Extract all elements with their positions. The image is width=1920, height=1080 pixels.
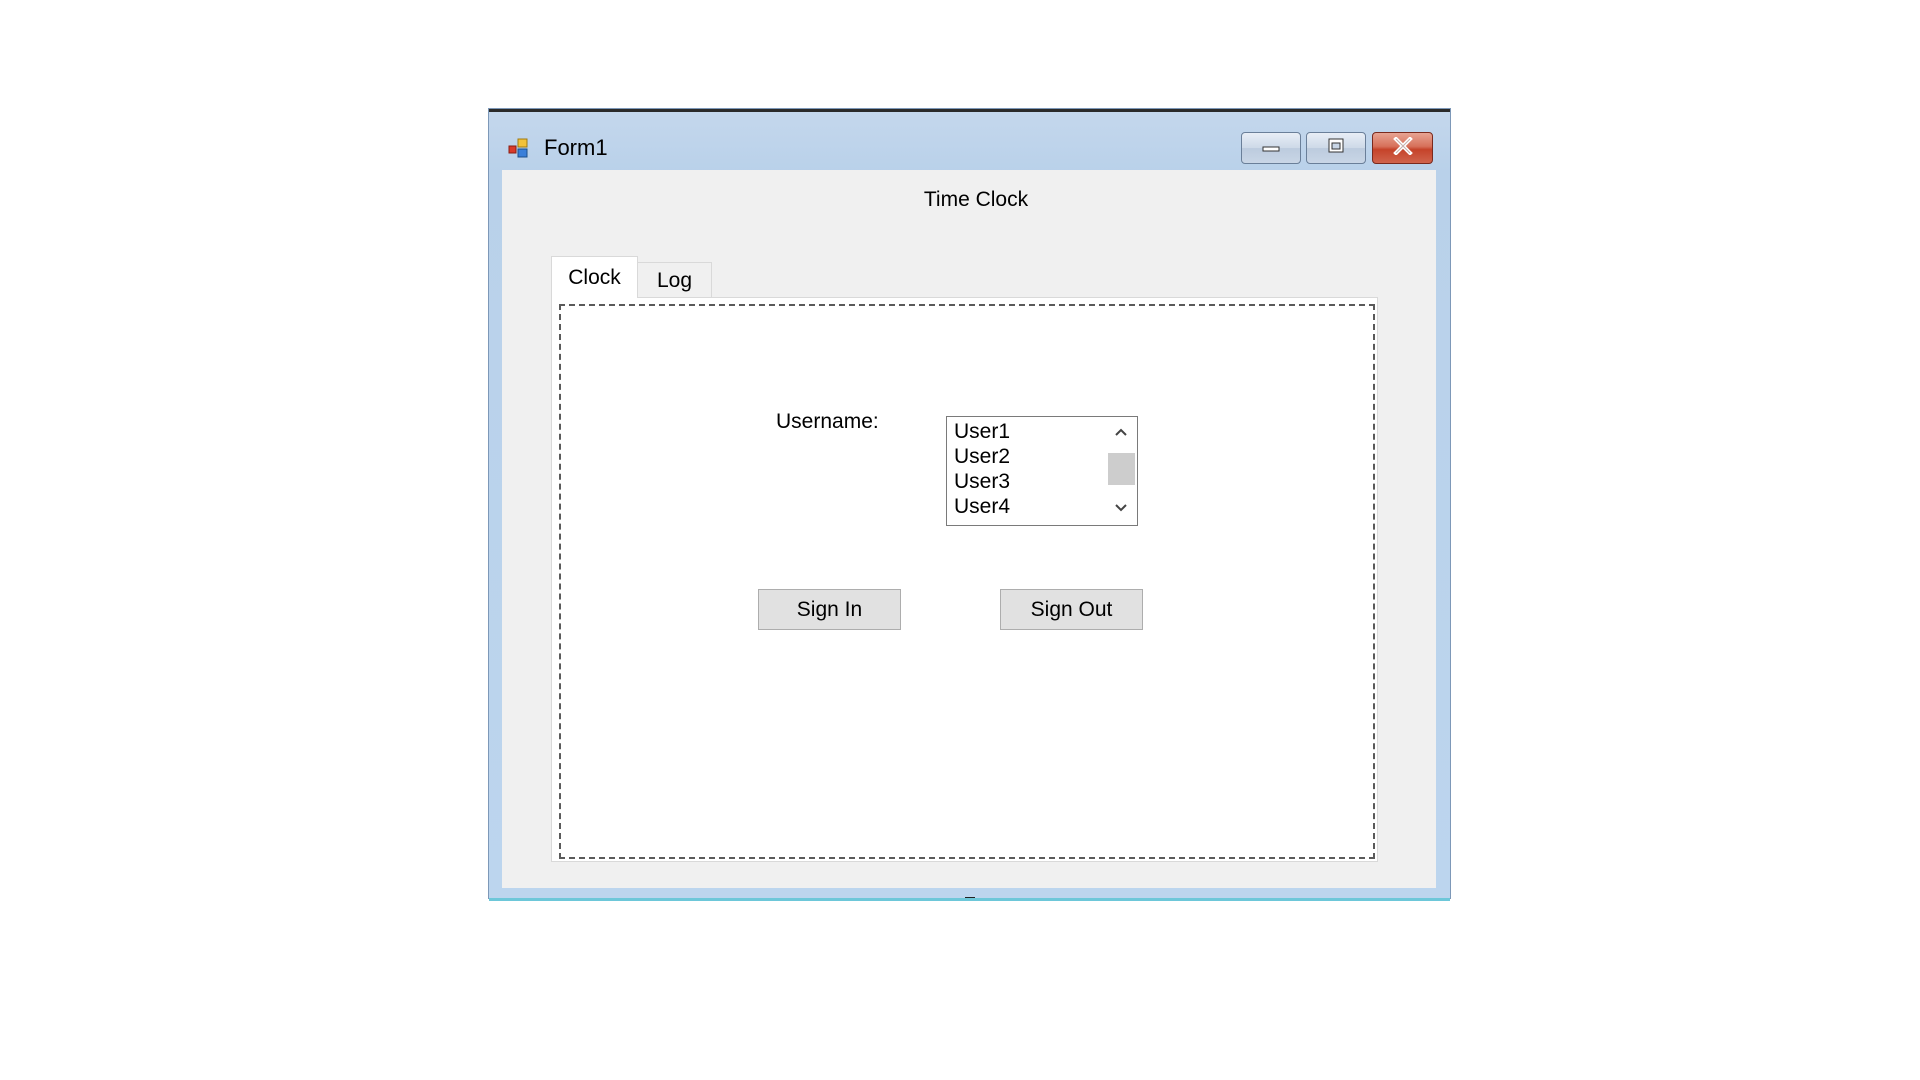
- chevron-up-icon: [1114, 424, 1128, 442]
- minimize-button[interactable]: [1241, 132, 1301, 164]
- tab-log[interactable]: Log: [637, 262, 712, 298]
- scroll-up-button[interactable]: [1105, 420, 1136, 446]
- chevron-down-icon: [1114, 500, 1128, 518]
- listbox-scrollbar[interactable]: [1105, 418, 1136, 524]
- list-item-user3[interactable]: User3: [954, 469, 1010, 494]
- focus-rectangle: [559, 304, 1375, 859]
- list-item-user1[interactable]: User1: [954, 419, 1010, 444]
- form-header-label: Time Clock: [923, 188, 1029, 211]
- scroll-thumb[interactable]: [1108, 453, 1135, 485]
- list-item-user4[interactable]: User4: [954, 494, 1010, 519]
- form1-window: Form1 Time Clock Clock Log Username: Use…: [489, 109, 1450, 901]
- close-icon: [1392, 135, 1414, 160]
- sign-out-button[interactable]: Sign Out: [1000, 589, 1143, 630]
- maximize-button[interactable]: [1306, 132, 1366, 164]
- window-title: Form1: [544, 135, 608, 160]
- tab-clock[interactable]: Clock: [551, 256, 638, 298]
- username-label: Username:: [776, 410, 879, 433]
- minimize-icon: [1261, 139, 1281, 157]
- username-list: User1 User2 User3 User4: [954, 419, 1010, 519]
- form-client-area: Time Clock Clock Log Username: User1 Use…: [502, 170, 1436, 888]
- resize-grip-mark: [965, 897, 975, 900]
- username-listbox[interactable]: User1 User2 User3 User4: [946, 416, 1138, 526]
- close-button[interactable]: [1372, 132, 1433, 164]
- clock-tab-panel: Username: User1 User2 User3 User4 Sign I…: [551, 297, 1378, 862]
- list-item-user2[interactable]: User2: [954, 444, 1010, 469]
- maximize-icon: [1326, 137, 1346, 160]
- sign-in-button[interactable]: Sign In: [758, 589, 901, 630]
- app-icon[interactable]: [508, 138, 528, 158]
- scroll-down-button[interactable]: [1105, 496, 1136, 522]
- title-bar[interactable]: Form1: [489, 112, 1450, 170]
